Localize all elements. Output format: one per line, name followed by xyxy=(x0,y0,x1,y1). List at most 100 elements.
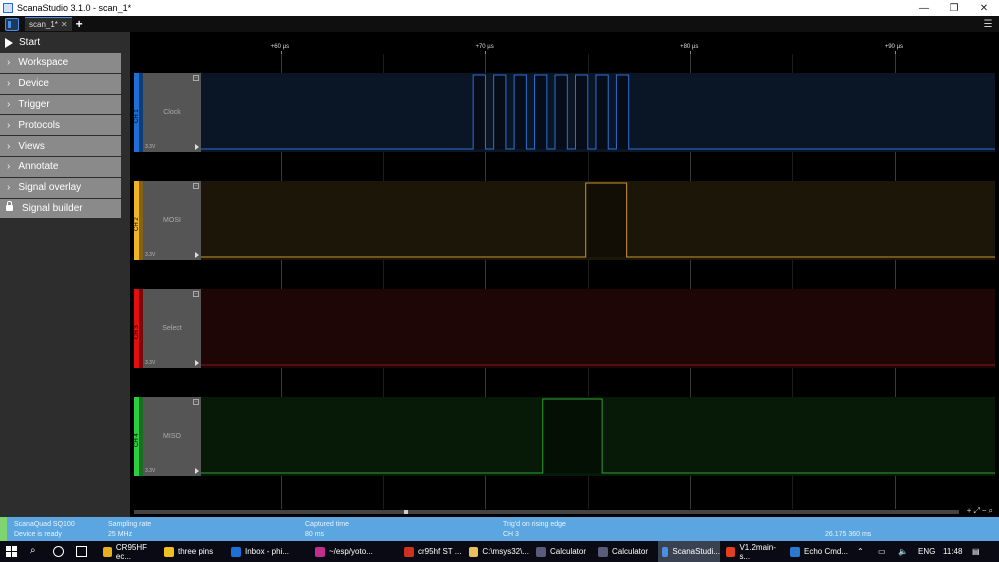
sidebar-item-protocols[interactable]: › Protocols xyxy=(0,115,121,137)
taskbar-app[interactable]: Calculator xyxy=(594,541,654,562)
channel-row[interactable]: CH 1 − Clock 3.3V xyxy=(134,73,995,152)
search-icon[interactable]: ⌕ xyxy=(30,546,41,557)
taskbar-app-label: Echo Cmd... xyxy=(804,547,849,556)
channel-row[interactable]: CH 2 − MOSI 3.3V xyxy=(134,181,995,260)
start-button[interactable]: Start xyxy=(0,32,130,53)
windows-start-icon[interactable] xyxy=(6,546,17,557)
channel-expand-icon[interactable] xyxy=(195,144,199,150)
channel-menu-icon[interactable]: − xyxy=(193,399,199,405)
captured-time-label: Captured time xyxy=(305,521,349,528)
language-indicator[interactable]: ENG xyxy=(918,547,935,556)
channel-waveform-area[interactable] xyxy=(201,73,995,152)
taskbar-app[interactable]: CR95HF ec... xyxy=(99,541,159,562)
sliders-icon[interactable]: ☰ xyxy=(982,19,994,30)
time-ruler[interactable]: +60 µs +70 µs +80 µs +90 µs xyxy=(130,32,999,54)
channel-row[interactable]: CH 4 − MISO 3.3V xyxy=(134,397,995,476)
taskbar-app[interactable]: Inbox - phi... xyxy=(227,541,309,562)
app-icon xyxy=(790,546,800,557)
waveform-svg xyxy=(201,398,995,474)
battery-icon: ▭ xyxy=(878,547,886,556)
zoom-out-icon[interactable]: − xyxy=(982,506,987,516)
volume-icon[interactable]: 🔈 xyxy=(898,547,908,556)
channel-row[interactable]: CH 3 − Select 3.3V xyxy=(134,289,995,368)
channel-expand-icon[interactable] xyxy=(195,468,199,474)
sidebar-item-label: Workspace xyxy=(18,57,69,69)
sidebar-item-views[interactable]: › Views xyxy=(0,136,121,157)
channel-panel[interactable]: − Clock 3.3V xyxy=(143,73,201,152)
app-icon xyxy=(231,546,241,557)
waveform-svg xyxy=(201,182,995,258)
app-icon xyxy=(103,546,112,557)
tab-scan-1[interactable]: scan_1* ✕ xyxy=(25,17,72,31)
minimize-button[interactable]: — xyxy=(909,3,939,14)
sidebar-item-workspace[interactable]: › Workspace xyxy=(0,53,121,74)
clock[interactable]: 11:48 xyxy=(943,547,962,556)
search-icon[interactable]: ⌕ xyxy=(989,506,993,516)
taskbar-app-label: CR95HF ec... xyxy=(115,542,148,561)
device-name: ScanaQuad SQ100 xyxy=(14,521,75,528)
channel-waveform-area[interactable] xyxy=(201,289,995,368)
channel-name: Clock xyxy=(163,109,181,116)
lock-icon xyxy=(6,201,13,212)
sidebar-item-signal-builder[interactable]: Signal builder xyxy=(0,198,121,220)
taskbar-app[interactable]: ~/esp/yoto... xyxy=(311,541,397,562)
channel-menu-icon[interactable]: − xyxy=(193,183,199,189)
channel-panel[interactable]: − MISO 3.3V xyxy=(143,397,201,476)
ruler-tick-label: +80 µs xyxy=(680,44,699,50)
sidebar-item-trigger[interactable]: › Trigger xyxy=(0,94,121,116)
task-view-icon[interactable] xyxy=(76,546,87,557)
channel-waveform-area[interactable] xyxy=(201,181,995,260)
taskbar-app[interactable]: C:\msys32\... xyxy=(465,541,529,562)
sidebar-item-device[interactable]: › Device xyxy=(0,73,121,95)
chevron-right-icon: › xyxy=(7,182,11,194)
sidebar-item-label: Protocols xyxy=(18,119,61,131)
taskbar-app-label: V1.2main-s... xyxy=(739,542,776,561)
zoom-in-icon[interactable]: + xyxy=(967,506,972,516)
tab-close-icon[interactable]: ✕ xyxy=(61,20,68,29)
app-icon xyxy=(536,546,546,557)
taskbar-app-label: Inbox - phi... xyxy=(245,547,290,556)
window-titlebar: ScanaStudio 3.1.0 - scan_1* — ❐ ✕ xyxy=(0,0,999,16)
captured-time-value: 80 ms xyxy=(305,531,325,538)
channel-voltage: 3.3V xyxy=(145,468,156,474)
horizontal-scrollbar[interactable] xyxy=(134,510,959,514)
taskbar-app-label: C:\msys32\... xyxy=(482,547,529,556)
chevron-right-icon: › xyxy=(7,57,11,69)
sidebar-toggle-icon[interactable] xyxy=(5,17,19,31)
waveform-view[interactable]: +60 µs +70 µs +80 µs +90 µs CH 1 − Clock 3.… xyxy=(130,32,999,517)
channel-menu-icon[interactable]: − xyxy=(193,291,199,297)
taskbar-app[interactable]: Calculator xyxy=(532,541,592,562)
notifications-icon[interactable]: ▤ xyxy=(972,547,980,556)
device-state: Device is ready xyxy=(14,531,62,538)
taskbar-app-label: ~/esp/yoto... xyxy=(329,547,373,556)
sidebar-item-annotate[interactable]: › Annotate xyxy=(0,156,121,178)
add-tab-button[interactable]: + xyxy=(76,17,83,31)
channel-expand-icon[interactable] xyxy=(195,252,199,258)
close-button[interactable]: ✕ xyxy=(969,3,999,14)
channel-panel[interactable]: − Select 3.3V xyxy=(143,289,201,368)
sidebar-item-signal-overlay[interactable]: › Signal overlay xyxy=(0,177,121,199)
taskbar-app[interactable]: Echo Cmd... xyxy=(786,541,848,562)
pulse-high-region xyxy=(585,183,627,257)
taskbar-app-label: three pins xyxy=(178,547,214,556)
tray-chevron-icon[interactable]: ⌃ xyxy=(857,547,864,556)
taskbar-app[interactable]: V1.2main-s... xyxy=(722,541,784,562)
taskbar-app-label: Calculator xyxy=(612,547,649,556)
zoom-controls: + ⤢ − ⌕ xyxy=(967,506,993,516)
waveform-svg xyxy=(201,364,995,366)
taskbar-app[interactable]: three pins xyxy=(160,541,224,562)
taskbar-app[interactable]: ScanaStudi... xyxy=(658,541,720,562)
channel-waveform-area[interactable] xyxy=(201,397,995,476)
channel-menu-icon[interactable]: − xyxy=(193,75,199,81)
channel-expand-icon[interactable] xyxy=(195,360,199,366)
chevron-right-icon: › xyxy=(7,140,11,152)
fit-icon[interactable]: ⤢ xyxy=(973,506,979,516)
app-icon xyxy=(726,546,736,557)
channel-panel[interactable]: − MOSI 3.3V xyxy=(143,181,201,260)
ruler-tick-label: +70 µs xyxy=(475,44,494,50)
cortana-icon[interactable] xyxy=(53,546,64,557)
taskbar-app[interactable]: cr95hf ST ... xyxy=(400,541,462,562)
scrollbar-thumb[interactable] xyxy=(404,510,408,514)
restore-button[interactable]: ❐ xyxy=(939,3,969,14)
cursor-time-value: 26.175 360 ms xyxy=(825,531,872,538)
